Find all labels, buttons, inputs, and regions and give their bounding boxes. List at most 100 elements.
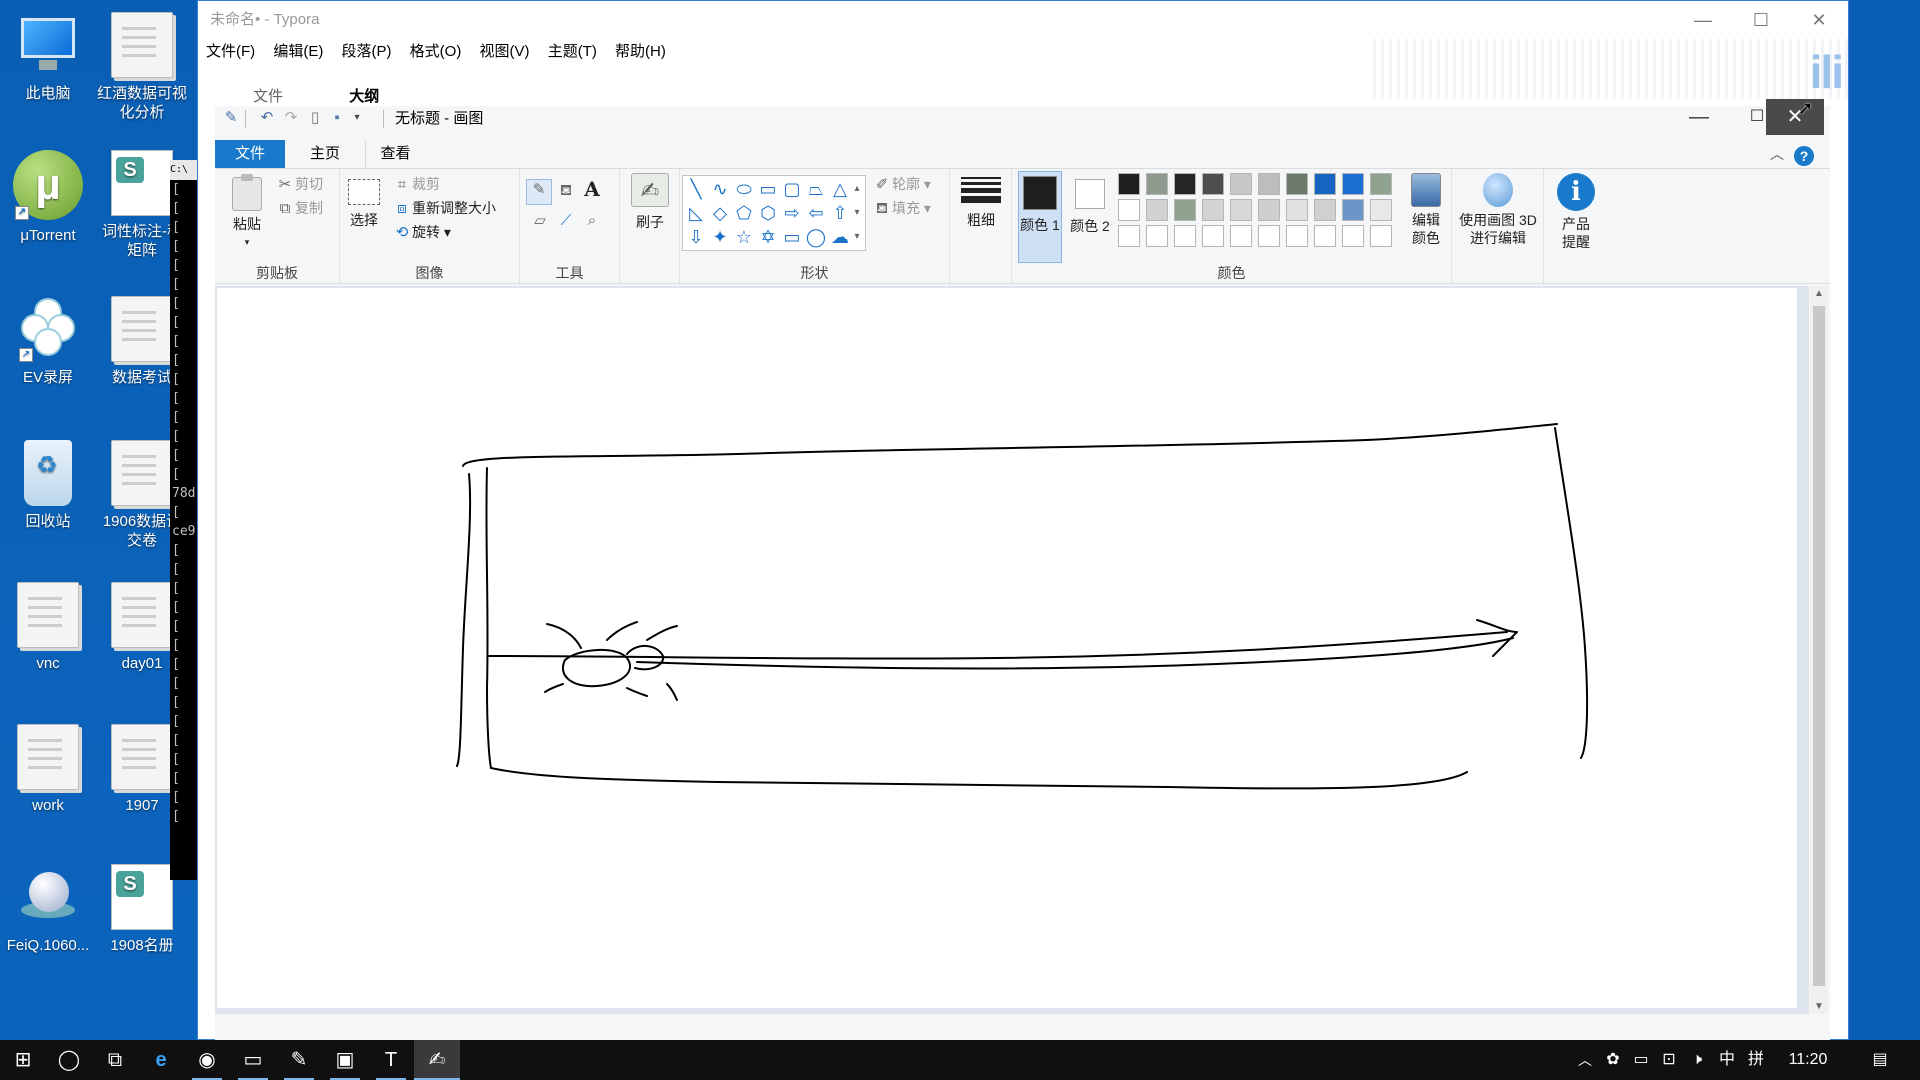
desktop-icon-wine-analysis[interactable]: 红酒数据可视化分析 <box>96 12 188 122</box>
drawing-canvas[interactable] <box>217 288 1797 1008</box>
line-shape-icon[interactable]: ╲ <box>685 178 707 200</box>
expand-gallery-icon[interactable]: ▾ <box>849 226 865 248</box>
palette-swatch[interactable] <box>1314 225 1336 247</box>
menu-file[interactable]: 文件(F) <box>206 43 255 60</box>
fill-bucket-icon[interactable]: ⛾ <box>556 181 576 201</box>
palette-swatch[interactable] <box>1342 225 1364 247</box>
customize-qat-icon[interactable]: ▾ <box>347 108 367 128</box>
palette-swatch[interactable] <box>1146 173 1168 195</box>
palette-swatch[interactable] <box>1286 173 1308 195</box>
scroll-down-arrow-icon[interactable]: ▼ <box>1810 1001 1828 1012</box>
typora-close-button[interactable]: ✕ <box>1790 1 1848 39</box>
volume-muted-icon[interactable]: 🕨 <box>1684 1040 1710 1080</box>
tab-outline[interactable]: 大纲 <box>349 88 379 105</box>
palette-swatch[interactable] <box>1370 225 1392 247</box>
palette-swatch[interactable] <box>1370 199 1392 221</box>
palette-swatch[interactable] <box>1342 199 1364 221</box>
palette-swatch[interactable] <box>1286 199 1308 221</box>
desktop-icon-feiq[interactable]: FeiQ.1060... <box>2 864 94 955</box>
tab-files[interactable]: 文件 <box>253 88 283 105</box>
palette-swatch[interactable] <box>1230 225 1252 247</box>
palette-swatch[interactable] <box>1258 225 1280 247</box>
paint3d-button[interactable]: 使用画图 3D 进行编辑 <box>1456 173 1540 247</box>
palette-swatch[interactable] <box>1202 199 1224 221</box>
file-explorer-icon[interactable]: ▭ <box>230 1040 276 1080</box>
paste-button[interactable]: 粘贴 ▾ <box>227 174 267 251</box>
scrollbar-thumb[interactable] <box>1813 306 1825 986</box>
chrome-icon[interactable]: ◉ <box>184 1040 230 1080</box>
polygon-shape-icon[interactable]: ⏢ <box>805 178 827 200</box>
palette-swatch[interactable] <box>1202 225 1224 247</box>
outline-button[interactable]: ✐ 轮廓 ▾ <box>872 175 931 195</box>
typora-minimize-button[interactable]: — <box>1674 1 1732 39</box>
palette-swatch[interactable] <box>1174 173 1196 195</box>
palette-swatch[interactable] <box>1146 225 1168 247</box>
size-button[interactable]: 粗细 <box>958 177 1004 229</box>
scroll-down-icon[interactable]: ▾ <box>849 202 865 224</box>
typora-icon[interactable]: T <box>368 1040 414 1080</box>
triangle-shape-icon[interactable]: △ <box>829 178 851 200</box>
edge-browser-icon[interactable]: e <box>138 1040 184 1080</box>
callout-oval-shape-icon[interactable]: ◯ <box>805 226 827 248</box>
palette-swatch[interactable] <box>1230 173 1252 195</box>
five-point-star-shape-icon[interactable]: ☆ <box>733 226 755 248</box>
palette-swatch[interactable] <box>1314 199 1336 221</box>
resize-button[interactable]: ⧈ 重新调整大小 <box>392 199 496 219</box>
brush-button[interactable]: ✍ 刷子 <box>628 173 672 231</box>
six-point-star-shape-icon[interactable]: ✡ <box>757 226 779 248</box>
cloud-callout-shape-icon[interactable]: ☁ <box>829 226 851 248</box>
tab-home[interactable]: 主页 <box>295 140 355 168</box>
help-icon[interactable]: ? <box>1794 146 1814 166</box>
palette-swatch[interactable] <box>1230 199 1252 221</box>
network-icon[interactable]: ⊡ <box>1656 1040 1682 1080</box>
hexagon-shape-icon[interactable]: ⬡ <box>757 202 779 224</box>
rounded-rectangle-shape-icon[interactable]: ▢ <box>781 178 803 200</box>
task-view-icon[interactable]: ⧉ <box>92 1040 138 1080</box>
text-icon[interactable]: A <box>582 179 602 199</box>
callout-rect-shape-icon[interactable]: ▭ <box>781 226 803 248</box>
palette-swatch[interactable] <box>1286 225 1308 247</box>
typora-maximize-button[interactable]: ☐ <box>1732 1 1790 39</box>
tab-file[interactable]: 文件 <box>215 140 285 168</box>
color-picker-icon[interactable]: ⟋ <box>556 211 576 231</box>
crop-button[interactable]: ⌗ 裁剪 <box>392 175 440 195</box>
cut-button[interactable]: ✂ 剪切 <box>275 175 323 195</box>
palette-swatch[interactable] <box>1258 199 1280 221</box>
color2-button[interactable]: 颜色 2 <box>1068 171 1112 263</box>
right-triangle-shape-icon[interactable]: ◺ <box>685 202 707 224</box>
show-hidden-icons-icon[interactable]: ︿ <box>1572 1040 1598 1080</box>
undo-icon[interactable]: ↶ <box>257 108 277 128</box>
oval-shape-icon[interactable]: ⬭ <box>733 178 755 200</box>
save-icon[interactable]: ▪ <box>327 108 347 128</box>
desktop-icon-this-pc[interactable]: 此电脑 <box>2 12 94 103</box>
rectangle-shape-icon[interactable]: ▭ <box>757 178 779 200</box>
palette-swatch[interactable] <box>1118 225 1140 247</box>
four-point-star-shape-icon[interactable]: ✦ <box>709 226 731 248</box>
palette-swatch[interactable] <box>1342 173 1364 195</box>
action-center-icon[interactable]: ▤ <box>1862 1040 1898 1080</box>
desktop-icon-recycle-bin[interactable]: 回收站 <box>2 440 94 531</box>
palette-swatch[interactable] <box>1174 199 1196 221</box>
down-arrow-shape-icon[interactable]: ⇩ <box>685 226 707 248</box>
copy-button[interactable]: ⧉ 复制 <box>275 199 323 219</box>
menu-theme[interactable]: 主题(T) <box>548 43 597 60</box>
palette-swatch[interactable] <box>1202 173 1224 195</box>
curve-shape-icon[interactable]: ∿ <box>709 178 731 200</box>
menu-view[interactable]: 视图(V) <box>480 43 530 60</box>
magnifier-icon[interactable]: ⌕ <box>582 211 602 231</box>
menu-format[interactable]: 格式(O) <box>410 43 462 60</box>
shapes-gallery[interactable]: ╲ ∿ ⬭ ▭ ▢ ⏢ △ ◺ ◇ ⬠ ⬡ ⇨ ⇦ ⇧ ⇩ ✦ ☆ ✡ ▭ ◯ <box>682 175 866 251</box>
battery-icon[interactable]: ▭ <box>1628 1040 1654 1080</box>
start-windows-icon[interactable]: ⊞ <box>0 1040 46 1080</box>
ime-language[interactable]: 中 <box>1714 1040 1740 1080</box>
menu-paragraph[interactable]: 段落(P) <box>342 43 392 60</box>
palette-swatch[interactable] <box>1258 173 1280 195</box>
palette-swatch[interactable] <box>1174 225 1196 247</box>
paint-icon[interactable]: ✍ <box>414 1040 460 1080</box>
new-file-icon[interactable]: ▯ <box>305 108 325 128</box>
paint-close-button[interactable]: ✕ <box>1766 99 1824 135</box>
desktop-icon-ev-recorder[interactable]: ↗ EV录屏 <box>2 296 94 387</box>
menu-help[interactable]: 帮助(H) <box>615 43 666 60</box>
paint-minimize-button[interactable]: — <box>1670 99 1728 135</box>
terminal-window-edge[interactable]: C:\ [[[[[[[[[[[[[[[[78d[ce9[[[[[[[[[[[[[… <box>170 160 197 880</box>
